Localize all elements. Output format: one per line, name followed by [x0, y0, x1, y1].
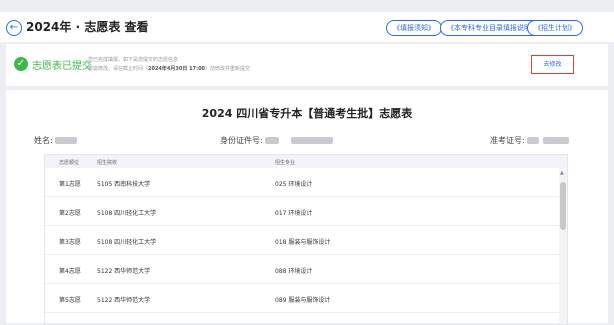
- id-redacted-2: [290, 137, 333, 144]
- note-line-1: 您已完成填报。如下是您提交的志愿信息: [88, 57, 179, 63]
- table-row: 第5志愿 5122 西华师范大学 089 服装与服饰设计: [45, 284, 559, 313]
- enrollment-plan-link[interactable]: 《招生计划》: [527, 20, 583, 36]
- page-title: 2024年 · 志愿表 查看: [26, 20, 149, 34]
- row-school: 5108 四川轻化工大学: [97, 210, 157, 217]
- row-school: 5105 西南科技大学: [97, 181, 151, 188]
- exam-redacted-1: [526, 137, 539, 144]
- scrollbar-thumb[interactable]: [560, 182, 566, 230]
- name-redacted: [54, 137, 77, 144]
- row-major: 089 服装与服饰设计: [275, 297, 331, 304]
- row-rank: 第5志愿: [59, 297, 81, 304]
- status-label: 志愿表已提交: [32, 61, 92, 72]
- choices-table: 志愿顺位 招生院校 招生专业 第1志愿 5105 西南科技大学 025 环境设计…: [44, 154, 568, 325]
- status-note: 您已完成填报。如下是您提交的志愿信息 若需修改，请在截止时间（2024年4月30…: [88, 56, 250, 74]
- id-label: 身份证件号:: [220, 136, 263, 145]
- name-label: 姓名:: [34, 136, 53, 145]
- col-major: 招生专业: [275, 160, 296, 166]
- row-major: 018 服装与服饰设计: [275, 239, 331, 246]
- exam-number-field: 准考证号:: [490, 135, 569, 146]
- exam-label: 准考证号:: [490, 136, 525, 145]
- row-school: 5122 西华师范大学: [97, 297, 151, 304]
- row-rank: 第1志愿: [59, 181, 81, 188]
- note-line-2: 若需修改，请在截止时间（2024年4月30日 17:00）前修改并重新提交: [88, 65, 250, 74]
- form-title: 2024 四川省专升本【普通考生批】志愿表: [201, 107, 413, 120]
- row-rank: 第2志愿: [59, 210, 81, 217]
- col-school: 招生院校: [97, 160, 118, 166]
- note-prefix: 若需修改，请在截止时间（: [88, 66, 149, 72]
- row-rank: 第3志愿: [59, 239, 81, 246]
- row-rank: 第4志愿: [59, 268, 81, 275]
- back-arrow-icon[interactable]: ←: [6, 20, 22, 36]
- edit-button[interactable]: 去修改: [531, 55, 574, 74]
- table-row: 第1志愿 5105 西南科技大学 025 环境设计: [45, 168, 559, 197]
- row-major: 025 环境设计: [275, 181, 313, 188]
- table-scrollbar[interactable]: ▲: [559, 168, 567, 324]
- row-major: 088 环境设计: [275, 268, 313, 275]
- table-header: 志愿顺位 招生院校 招生专业: [45, 155, 567, 168]
- row-school: 5122 西华师范大学: [97, 268, 151, 275]
- top-bar: ← 2024年 · 志愿表 查看 《填报须知》 《本专科专业目录填报说明》 《招…: [0, 12, 614, 42]
- name-field: 姓名:: [34, 135, 77, 146]
- row-major: 017 环境设计: [275, 210, 313, 217]
- check-circle-icon: ✓: [14, 57, 28, 71]
- exam-redacted-2: [542, 137, 569, 144]
- id-field: 身份证件号:: [220, 135, 333, 146]
- scroll-up-icon[interactable]: ▲: [560, 170, 564, 176]
- note-suffix: ）前修改并重新提交: [205, 66, 251, 72]
- application-form: 2024 四川省专升本【普通考生批】志愿表 姓名: 身份证件号: 准考证号: 志…: [6, 90, 608, 325]
- note-deadline: 2024年4月30日 17:00: [148, 66, 206, 72]
- col-rank: 志愿顺位: [59, 160, 80, 166]
- table-row: 第3志愿 5108 四川轻化工大学 018 服装与服饰设计: [45, 226, 559, 255]
- id-redacted-1: [264, 137, 279, 144]
- table-row: 第2志愿 5108 四川轻化工大学 017 环境设计: [45, 197, 559, 226]
- table-row: 第4志愿 5122 西华师范大学 088 环境设计: [45, 255, 559, 284]
- row-school: 5108 四川轻化工大学: [97, 239, 157, 246]
- filling-notice-link[interactable]: 《填报须知》: [386, 20, 442, 36]
- submission-status-panel: ✓ 志愿表已提交 您已完成填报。如下是您提交的志愿信息 若需修改，请在截止时间（…: [6, 44, 608, 86]
